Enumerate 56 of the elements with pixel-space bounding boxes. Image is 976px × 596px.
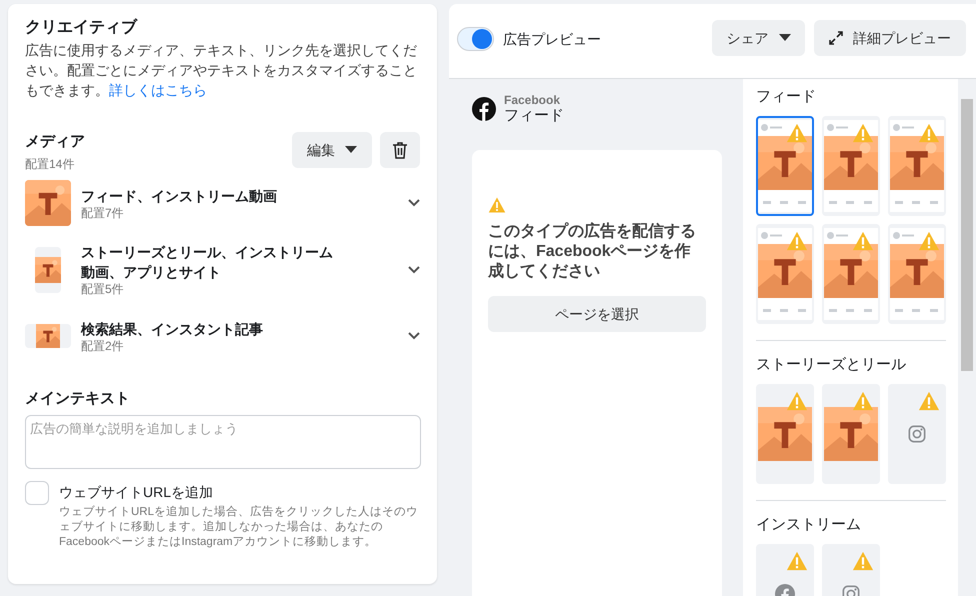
caret-icon xyxy=(345,146,357,154)
trash-icon xyxy=(392,141,408,159)
placement-thumbnail[interactable] xyxy=(888,116,946,216)
delete-button[interactable] xyxy=(380,132,420,168)
main-text-field[interactable]: 広告の簡単な説明を追加しましょう xyxy=(25,415,421,469)
platform-name: Facebook xyxy=(504,93,562,107)
scrollbar[interactable] xyxy=(958,79,976,596)
placement-thumbnail[interactable] xyxy=(822,116,880,216)
field-label: メインテキスト xyxy=(25,389,131,409)
share-button[interactable]: シェア xyxy=(712,20,805,56)
placement-count: 配置2件 xyxy=(81,338,125,354)
media-item[interactable]: フィード、インストリーム動画 配置7件 xyxy=(25,180,420,226)
edit-button[interactable]: 編集 xyxy=(292,132,372,168)
section-heading: フィード xyxy=(756,87,817,107)
description-text: 広告に使用するメディア、テキスト、リンク先を選択してください。配置ごとにメディアやテキストをカスタマイズすることもできます。詳しくはこちら xyxy=(25,41,418,100)
placement-name: フィード xyxy=(504,107,564,125)
instagram-icon xyxy=(908,425,926,443)
chevron-down-icon[interactable] xyxy=(408,332,420,340)
select-page-button[interactable]: ページを選択 xyxy=(488,296,706,332)
media-item-title: 検索結果、インスタント記事 xyxy=(81,320,264,338)
toggle-label: 広告プレビュー xyxy=(503,30,602,49)
learn-more-link[interactable]: 詳しくはこちら xyxy=(109,82,207,98)
caret-icon xyxy=(778,34,790,42)
help-text: ウェブサイトURLを追加した場合、広告をクリックした人はそのウェブサイトに移動します。追加しなかった場合は、あなたのFacebookページまたはInstagramアカウントに移動します。 xyxy=(59,505,420,550)
placement-count: 配置14件 xyxy=(25,156,76,172)
full-preview-button[interactable]: 詳細プレビュー xyxy=(814,20,966,56)
chevron-down-icon[interactable] xyxy=(408,199,420,207)
placement-thumbnail[interactable] xyxy=(888,384,946,484)
media-item[interactable]: ストーリーズとリール、インストリーム動画、アプリとサイト 配置5件 xyxy=(25,242,420,297)
warning-message: このタイプの広告を配信するには、Facebookページを作成してください xyxy=(488,222,697,282)
placement-thumbnail[interactable] xyxy=(822,224,880,324)
media-item[interactable]: 検索結果、インスタント記事 配置2件 xyxy=(25,313,420,359)
section-title: クリエイティブ xyxy=(25,18,139,38)
facebook-icon xyxy=(472,97,496,121)
post-header-drawing xyxy=(893,124,915,131)
checkbox[interactable] xyxy=(25,481,49,505)
post-header-drawing xyxy=(761,124,783,131)
warning-icon xyxy=(488,196,506,214)
placement-thumbnail[interactable] xyxy=(888,224,946,324)
section-heading: ストーリーズとリール xyxy=(756,355,907,375)
post-header-drawing xyxy=(827,232,849,239)
media-heading: メディア xyxy=(25,132,86,152)
post-header-drawing xyxy=(893,232,915,239)
section-heading: インストリーム xyxy=(756,515,862,535)
checkbox-label: ウェブサイトURLを追加 xyxy=(59,483,214,502)
media-item-title: ストーリーズとリール、インストリーム動画、アプリとサイト xyxy=(81,243,334,282)
media-item-title: フィード、インストリーム動画 xyxy=(81,186,278,206)
placement-thumbnail[interactable] xyxy=(756,116,814,216)
preview-toggle[interactable] xyxy=(457,27,494,51)
placement-thumbnail[interactable] xyxy=(756,224,814,324)
post-header-drawing xyxy=(761,232,783,239)
placement-count: 配置7件 xyxy=(81,206,125,220)
placement-count: 配置5件 xyxy=(81,282,125,297)
expand-icon xyxy=(829,31,843,45)
chevron-down-icon[interactable] xyxy=(408,266,420,274)
post-header-drawing xyxy=(827,124,849,131)
